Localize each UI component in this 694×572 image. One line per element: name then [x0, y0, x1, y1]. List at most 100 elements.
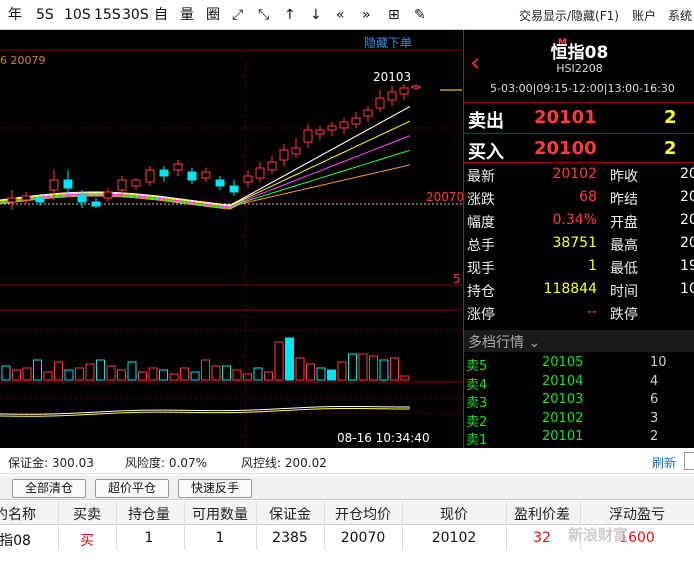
- table-cell: 20070: [340, 530, 386, 546]
- quote-value: 20102: [552, 166, 597, 182]
- refresh-button[interactable]: 刷新: [652, 454, 676, 471]
- volume-bar: [43, 371, 53, 381]
- volume-bar: [295, 357, 305, 381]
- double-right-icon[interactable]: »: [362, 6, 371, 24]
- double-chevron-icon: ⌄: [528, 335, 541, 351]
- depth-label: 卖5: [466, 359, 488, 374]
- depth-label: 卖4: [466, 377, 488, 393]
- ma-legend: 6 20079: [0, 54, 46, 67]
- volume-bar: [400, 375, 410, 381]
- column-header[interactable]: 约名称: [0, 504, 40, 524]
- close-all-button[interactable]: 全部清仓: [12, 479, 86, 498]
- arrow-up-icon[interactable]: ↑: [284, 6, 296, 24]
- quote-row: 幅度 0.34% 开盘 20: [464, 210, 694, 233]
- price-axis-label: 20070: [426, 190, 465, 204]
- risk-line-text: 风控线: 200.02: [241, 456, 327, 470]
- volume-bar: [1, 365, 11, 381]
- sell-row[interactable]: 卖出 20101 2: [464, 102, 694, 132]
- candle-body: [91, 201, 101, 207]
- candle-body: [315, 129, 325, 135]
- candle-body: [35, 197, 45, 203]
- period-5s-button[interactable]: 5S: [36, 6, 54, 24]
- candle-body: [201, 171, 211, 179]
- buy-row[interactable]: 买入 20100 2: [464, 133, 694, 163]
- period-10s-button[interactable]: 10S: [64, 6, 91, 24]
- volume-bar: [180, 367, 189, 381]
- candle-body: [375, 97, 385, 109]
- table-cell: 1: [215, 530, 225, 546]
- candlestick-chart[interactable]: 隐藏下单 6 20079 20103 20070 5 08-16 10:34:4…: [0, 30, 465, 448]
- candle-body: [103, 191, 113, 199]
- candle-body: [215, 179, 225, 187]
- circle-button[interactable]: 圈: [206, 6, 220, 24]
- depth-row[interactable]: 卖5 20105 10: [464, 354, 694, 374]
- arrow-down-icon[interactable]: ↓: [310, 6, 322, 24]
- expand-icon[interactable]: ⤢: [232, 6, 243, 24]
- positions-header: 约名称 买卖 持仓量 可用数量 保证金 开仓均价 现价 盈利价差 浮动盈亏: [0, 501, 694, 525]
- auto-button[interactable]: 自: [154, 6, 168, 24]
- depth-header[interactable]: 多档行情 ⌄: [464, 330, 694, 352]
- system-menu[interactable]: 系统: [668, 7, 692, 24]
- hide-order-toggle[interactable]: 隐藏下单: [364, 34, 412, 51]
- volume-button[interactable]: 量: [180, 6, 194, 24]
- grid-icon[interactable]: ⊞: [388, 6, 400, 24]
- account-menu[interactable]: 账户: [632, 7, 656, 24]
- depth-price: 20103: [542, 392, 584, 407]
- column-divider: [256, 501, 257, 525]
- refresh-dropdown[interactable]: [684, 452, 694, 470]
- candle-body: [339, 121, 349, 129]
- depth-row[interactable]: 卖2 20102 3: [464, 410, 694, 430]
- pencil-icon[interactable]: ✎: [414, 6, 426, 24]
- volume-bar: [106, 365, 116, 381]
- period-15s-button[interactable]: 15S: [94, 6, 121, 24]
- column-header[interactable]: 可用数量: [184, 504, 256, 524]
- chart-toolbar: 年 5S 10S 15S 30S 自 量 圈 ⤢ ⤡ ↑ ↓ « » ⊞ ✎ 交…: [0, 0, 694, 30]
- depth-row[interactable]: 卖4 20104 4: [464, 373, 694, 393]
- quick-reverse-button[interactable]: 快速反手: [178, 479, 252, 498]
- super-close-button[interactable]: 超价平仓: [95, 479, 169, 498]
- candle-body: [159, 169, 169, 177]
- volume-bar: [379, 359, 389, 381]
- quote-label-2: 时间: [610, 284, 638, 300]
- depth-row[interactable]: 卖3 20103 6: [464, 391, 694, 411]
- column-header[interactable]: 持仓量: [116, 504, 182, 524]
- volume-bar: [159, 369, 168, 381]
- candle-body: [387, 91, 397, 101]
- table-cell: 2385: [272, 530, 308, 546]
- volume-bar: [337, 361, 347, 381]
- volume-bar: [12, 369, 21, 381]
- period-30s-button[interactable]: 30S: [122, 6, 149, 24]
- quote-value: 68: [579, 189, 597, 205]
- candle-body: [363, 109, 373, 117]
- column-header[interactable]: 现价: [402, 504, 506, 524]
- volume-bar: [85, 363, 95, 381]
- column-header[interactable]: 保证金: [256, 504, 324, 524]
- volume-bar: [22, 367, 32, 381]
- column-header[interactable]: 开仓均价: [324, 504, 402, 524]
- candle-body: [187, 171, 197, 181]
- column-divider: [324, 526, 325, 550]
- toggle-trade-display[interactable]: 交易显示/隐藏(F1): [519, 7, 619, 24]
- depth-label: 卖2: [466, 414, 488, 430]
- contract-title: 恒指08: [550, 43, 609, 63]
- candle-body: [243, 175, 253, 183]
- period-year-button[interactable]: 年: [8, 6, 22, 24]
- column-header[interactable]: 浮动盈亏: [580, 504, 694, 524]
- moving-average-line: [0, 106, 411, 206]
- table-cell: 指08: [0, 533, 31, 549]
- shrink-icon[interactable]: ⤡: [258, 6, 269, 24]
- high-price-label: 20103: [373, 70, 412, 84]
- quote-panel: ‹ M 恒指08 HSI2208 5-03:00|09:15-12:00|13:…: [463, 30, 694, 448]
- column-header[interactable]: 盈利价差: [506, 504, 578, 524]
- depth-row[interactable]: 卖1 20101 2: [464, 428, 694, 448]
- depth-qty: 6: [650, 392, 659, 407]
- candle-body: [255, 167, 265, 179]
- quote-label-2: 昨收: [610, 169, 638, 185]
- double-left-icon[interactable]: «: [336, 6, 345, 24]
- quote-row: 涨跌 68 昨结 20: [464, 187, 694, 210]
- volume-bar: [369, 355, 378, 381]
- watermark: 新浪财富: [568, 526, 629, 544]
- column-header[interactable]: 买卖: [58, 504, 116, 524]
- column-divider: [58, 526, 59, 550]
- quote-value-2: 19: [680, 258, 694, 274]
